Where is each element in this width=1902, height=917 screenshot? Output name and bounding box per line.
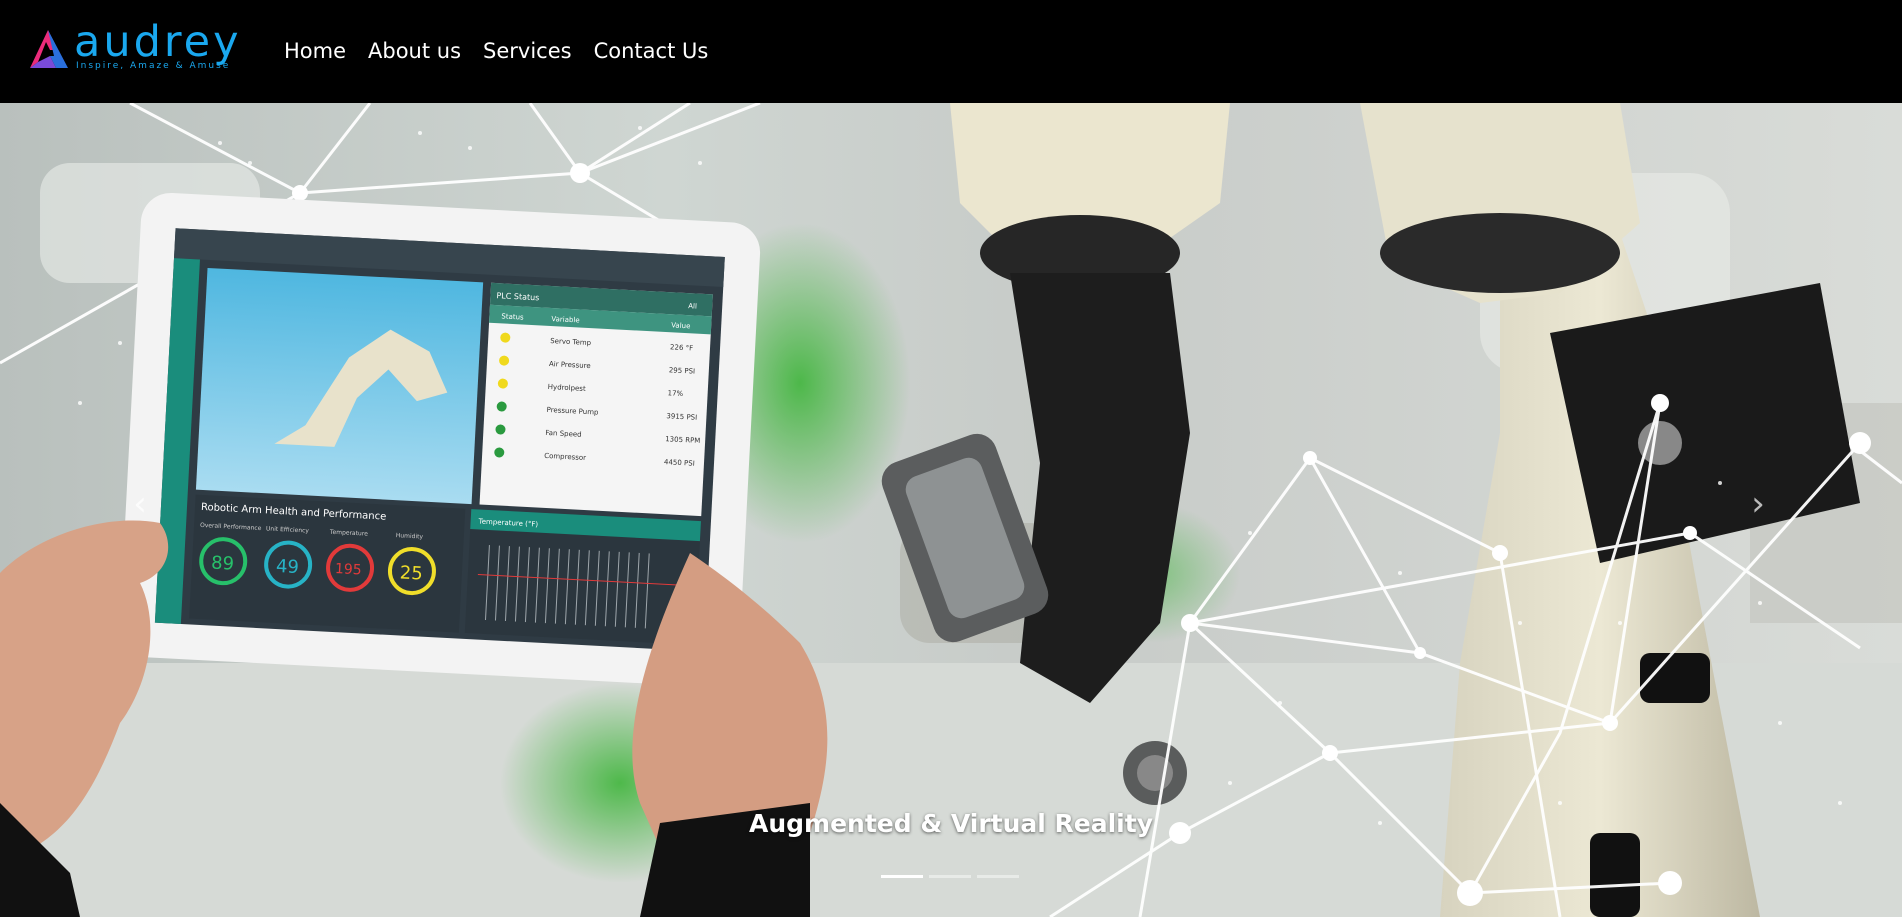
carousel-caption: Augmented & Virtual Reality — [748, 809, 1154, 838]
main-nav: Home About us Services Contact Us — [284, 38, 730, 64]
brand-logo[interactable]: audrey Inspire, Amaze & Amuse — [26, 17, 256, 74]
panel-col-variable: Variable — [551, 315, 580, 324]
logo-tagline: Inspire, Amaze & Amuse — [76, 61, 231, 71]
gauge-value: 25 — [399, 562, 423, 584]
chevron-right-icon: › — [1751, 484, 1765, 524]
nav-link-about-us[interactable]: About us — [368, 38, 461, 64]
hero-carousel: PLC Status All Status Variable Value Ser… — [0, 103, 1902, 917]
gauge-value: 195 — [335, 561, 363, 578]
logo-mark-icon — [30, 30, 68, 68]
navbar: audrey Inspire, Amaze & Amuse Home About… — [0, 0, 1902, 103]
carousel-indicator-2[interactable] — [929, 875, 971, 878]
panel-col-value: Value — [671, 321, 691, 330]
gauge-value: 49 — [275, 556, 299, 578]
nav-link-services[interactable]: Services — [483, 38, 572, 64]
carousel-next-button[interactable]: › — [1723, 439, 1793, 569]
carousel-indicator-3[interactable] — [977, 875, 1019, 878]
nav-link-contact-us[interactable]: Contact Us — [594, 38, 709, 64]
panel-row-value: 295 PSI — [669, 366, 696, 375]
panel-row-value: 4450 PSI — [664, 458, 695, 468]
panel-row-value: 226 °F — [670, 343, 694, 352]
carousel-indicator-1[interactable] — [881, 875, 923, 878]
nav-link-home[interactable]: Home — [284, 38, 346, 64]
panel-row-value: 17% — [667, 389, 683, 398]
panel-row-value: 3915 PSI — [666, 412, 697, 422]
hero-slide-image: PLC Status All Status Variable Value Ser… — [0, 103, 1902, 917]
panel-col-status: Status — [501, 312, 524, 321]
carousel-prev-button[interactable]: ‹ — [105, 439, 175, 569]
carousel-indicators — [881, 875, 1025, 878]
panel-filter: All — [688, 302, 697, 310]
gauge-value: 89 — [211, 553, 235, 575]
gauge-label: Humidity — [396, 532, 424, 540]
chevron-left-icon: ‹ — [133, 484, 147, 524]
